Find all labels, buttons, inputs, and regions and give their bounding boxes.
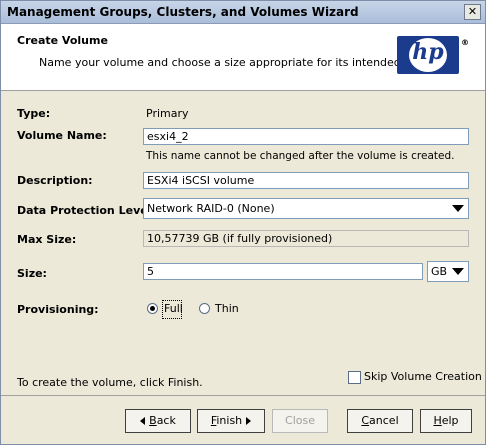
help-button[interactable]: Help [420, 409, 472, 433]
help-mnemonic: H [433, 414, 442, 427]
size-unit-selected: GB [431, 265, 448, 278]
help-label: elp [441, 414, 459, 427]
size-field[interactable]: 5 [143, 263, 423, 280]
skip-volume-label[interactable]: Skip Volume Creation [364, 370, 482, 383]
page-subtitle: Name your volume and choose a size appro… [39, 56, 428, 69]
protection-select[interactable]: Network RAID-0 (None) [143, 198, 469, 219]
max-size-field: 10,57739 GB (if fully provisioned) [143, 230, 469, 247]
back-label: ack [156, 414, 176, 427]
provisioning-full-label[interactable]: Full [164, 302, 183, 315]
volume-name-field[interactable]: esxi4_2 [143, 128, 469, 145]
back-button[interactable]: Back [125, 409, 191, 433]
cancel-button[interactable]: Cancel [347, 409, 413, 433]
protection-label: Data Protection Level: [17, 204, 156, 217]
chevron-down-icon[interactable] [452, 268, 464, 275]
provisioning-full-radio[interactable] [147, 303, 158, 314]
close-button: Close [272, 409, 328, 433]
wizard-window: Management Groups, Clusters, and Volumes… [0, 0, 486, 445]
max-size-label: Max Size: [17, 233, 77, 246]
finish-hint: To create the volume, click Finish. [17, 376, 203, 389]
size-unit-select[interactable]: GB [427, 261, 469, 282]
title-bar[interactable]: Management Groups, Clusters, and Volumes… [1, 1, 485, 24]
footer-divider [1, 395, 485, 396]
skip-volume-checkbox[interactable] [348, 371, 361, 384]
finish-label: inish [216, 414, 243, 427]
finish-button[interactable]: Finish [197, 409, 265, 433]
protection-selected: Network RAID-0 (None) [147, 202, 275, 215]
volume-name-label: Volume Name: [17, 129, 107, 142]
hp-logo: hp [397, 36, 459, 74]
cancel-label: ancel [369, 414, 399, 427]
hp-logo-text: hp [412, 39, 444, 65]
type-label: Type: [17, 107, 51, 120]
arrow-right-icon [246, 417, 252, 425]
page-title: Create Volume [17, 34, 108, 47]
arrow-left-icon [140, 417, 146, 425]
provisioning-thin-label[interactable]: Thin [215, 302, 239, 315]
wizard-header: Create Volume Name your volume and choos… [1, 24, 485, 91]
registered-mark: ® [461, 38, 469, 47]
description-field[interactable]: ESXi4 iSCSI volume [143, 172, 469, 189]
type-value: Primary [146, 107, 189, 120]
provisioning-thin-radio[interactable] [199, 303, 210, 314]
size-label: Size: [17, 267, 47, 280]
window-title: Management Groups, Clusters, and Volumes… [7, 5, 359, 19]
close-icon[interactable]: ✕ [464, 4, 481, 20]
back-mnemonic: B [149, 414, 157, 427]
description-label: Description: [17, 174, 93, 187]
cancel-mnemonic: C [361, 414, 370, 427]
volume-name-note: This name cannot be changed after the vo… [146, 150, 455, 162]
chevron-down-icon[interactable] [452, 205, 464, 212]
provisioning-label: Provisioning: [17, 303, 99, 316]
